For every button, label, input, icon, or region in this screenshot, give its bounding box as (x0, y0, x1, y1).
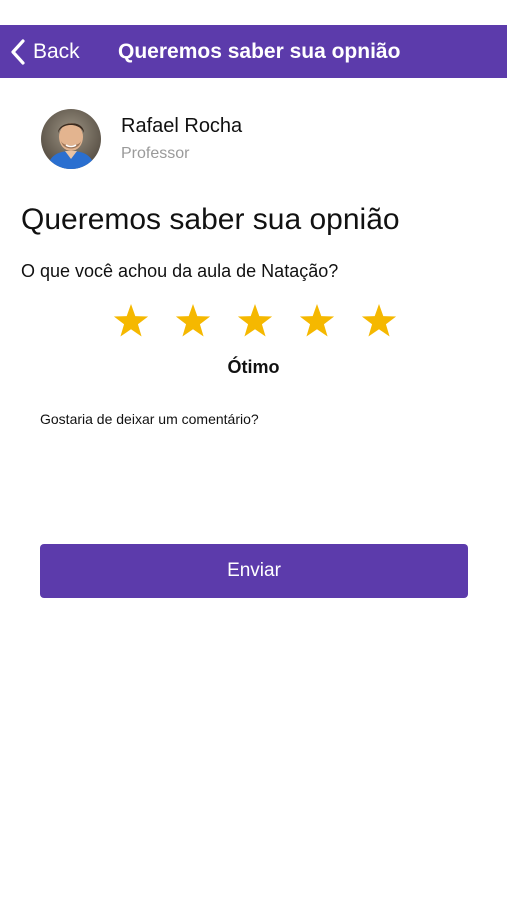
page-title: Queremos saber sua opnião (21, 203, 400, 236)
star-icon[interactable] (234, 300, 276, 342)
chevron-left-icon (10, 38, 26, 66)
teacher-role: Professor (121, 145, 190, 162)
submit-button[interactable]: Enviar (40, 544, 468, 598)
comment-label: Gostaria de deixar um comentário? (40, 411, 259, 427)
avatar (41, 109, 101, 169)
star-icon[interactable] (110, 300, 152, 342)
status-bar (0, 0, 507, 25)
star-icon[interactable] (296, 300, 338, 342)
star-icon[interactable] (358, 300, 400, 342)
comment-input[interactable] (40, 432, 468, 528)
star-icon[interactable] (172, 300, 214, 342)
back-label: Back (33, 39, 80, 63)
teacher-card: Rafael Rocha Professor (41, 109, 242, 169)
rating-question: O que você achou da aula de Natação? (21, 261, 339, 281)
nav-title: Queremos saber sua opnião (118, 40, 401, 63)
back-button[interactable]: Back (10, 25, 80, 78)
navigation-bar: Back Queremos saber sua opnião (0, 25, 507, 78)
teacher-name: Rafael Rocha (121, 115, 243, 137)
teacher-info: Rafael Rocha Professor (121, 114, 242, 164)
rating-label: Ótimo (227, 357, 280, 377)
star-rating (110, 300, 400, 342)
